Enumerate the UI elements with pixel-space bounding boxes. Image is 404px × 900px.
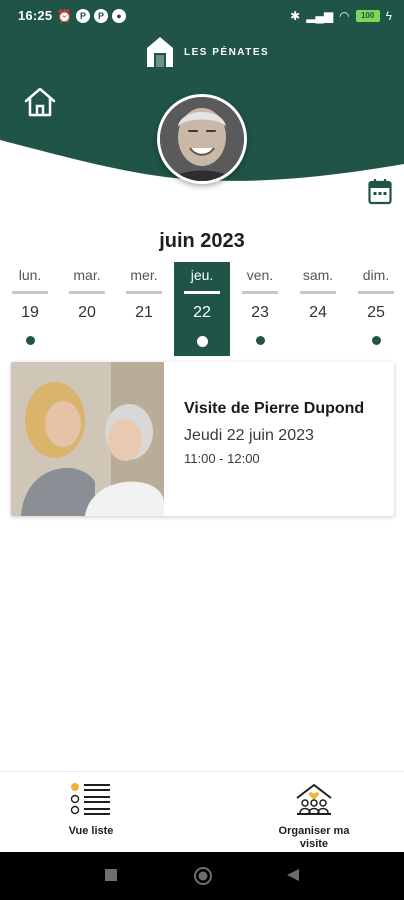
day-name: mar. (73, 267, 101, 283)
app-notification-icon: P (93, 9, 108, 23)
calendar-icon (368, 179, 392, 205)
square-icon (105, 869, 117, 881)
organize-label-line2: visite (299, 838, 329, 850)
day-name: ven. (246, 267, 274, 283)
resident-photo (160, 97, 244, 181)
day-number: 23 (251, 304, 269, 321)
organize-visit-label: Organiser ma visite (266, 825, 362, 851)
home-system-button[interactable] (193, 866, 213, 891)
day-underline (69, 291, 105, 294)
visit-date: Jeudi 22 juin 2023 (184, 427, 314, 444)
day-number: 19 (21, 304, 39, 321)
charging-icon: ϟ (385, 9, 392, 23)
day-name: sam. (302, 267, 334, 283)
system-nav-bar (0, 852, 404, 900)
resident-avatar[interactable] (157, 94, 247, 184)
event-dot (371, 336, 381, 345)
day-number: 25 (367, 304, 385, 321)
signal-icon: ▂▄▆ (306, 9, 334, 23)
day-monday[interactable]: lun. 19 (2, 262, 58, 356)
day-underline (12, 291, 48, 294)
back-triangle-icon (287, 869, 299, 881)
organize-label-line1: Organiser ma (278, 825, 350, 837)
calendar-button[interactable] (368, 178, 392, 206)
organize-visit-tab[interactable]: Organiser ma visite (266, 782, 362, 851)
day-underline (184, 291, 220, 294)
status-bar: 16:25 ⏰ P P ● ✱ ▂▄▆ ◠ 100 ϟ (0, 0, 404, 32)
month-title: juin 2023 (159, 230, 245, 252)
visit-photo (11, 362, 164, 516)
day-number: 21 (135, 304, 153, 321)
brand-logo: LES PÉNATES (144, 34, 269, 70)
bluetooth-icon: ✱ (290, 9, 301, 23)
wifi-icon: ◠ (339, 9, 350, 23)
event-dot (25, 336, 35, 345)
day-wednesday[interactable]: mer. 21 (116, 262, 172, 356)
visit-info: Visite de Pierre Dupond Jeudi 22 juin 20… (184, 400, 364, 466)
day-underline (358, 291, 394, 294)
day-number: 24 (309, 304, 327, 321)
app-notification-icon: ● (111, 9, 126, 23)
day-number: 20 (78, 304, 96, 321)
day-underline (126, 291, 162, 294)
day-name: jeu. (190, 267, 214, 283)
day-name: mer. (130, 267, 158, 283)
app-header: LES PÉNATES (0, 32, 404, 192)
day-name: dim. (362, 267, 390, 283)
day-underline (242, 291, 278, 294)
day-number: 22 (193, 304, 211, 321)
status-time: 16:25 (18, 8, 53, 23)
house-logo-icon (147, 37, 173, 67)
status-right-icons: ✱ ▂▄▆ ◠ 100 ϟ (290, 9, 392, 23)
list-view-icon (70, 783, 110, 815)
circle-icon (194, 867, 212, 885)
visit-title: Visite de Pierre Dupond (184, 400, 365, 417)
visit-card[interactable]: Visite de Pierre Dupond Jeudi 22 juin 20… (11, 362, 394, 516)
event-dot (196, 336, 208, 347)
day-tuesday[interactable]: mar. 20 (59, 262, 115, 356)
app-notification-icon: P (75, 9, 90, 23)
home-icon (24, 87, 56, 117)
day-thursday-selected[interactable]: jeu. 22 (174, 262, 230, 356)
back-button[interactable] (286, 868, 300, 887)
battery-icon: 100 (355, 10, 380, 22)
recent-apps-button[interactable] (104, 868, 118, 887)
brand-name: LES PÉNATES (184, 46, 270, 58)
day-saturday[interactable]: sam. 24 (290, 262, 346, 356)
visit-time: 11:00 - 12:00 (184, 451, 260, 466)
home-button[interactable] (22, 84, 58, 120)
status-left-icons: ⏰ P P ● (57, 9, 126, 23)
event-dot (255, 336, 265, 345)
day-underline (300, 291, 336, 294)
bottom-nav: Vue liste Organiser ma visite (0, 771, 404, 852)
day-friday[interactable]: ven. 23 (232, 262, 288, 356)
week-strip: lun. 19 mar. 20 mer. 21 jeu. 22 ven. 23 … (0, 262, 404, 358)
list-view-label: Vue liste (68, 825, 114, 837)
day-sunday[interactable]: dim. 25 (348, 262, 404, 356)
alarm-icon: ⏰ (57, 9, 72, 23)
list-view-tab[interactable]: Vue liste (56, 782, 126, 838)
organize-visit-icon (296, 784, 332, 815)
day-name: lun. (18, 267, 42, 283)
